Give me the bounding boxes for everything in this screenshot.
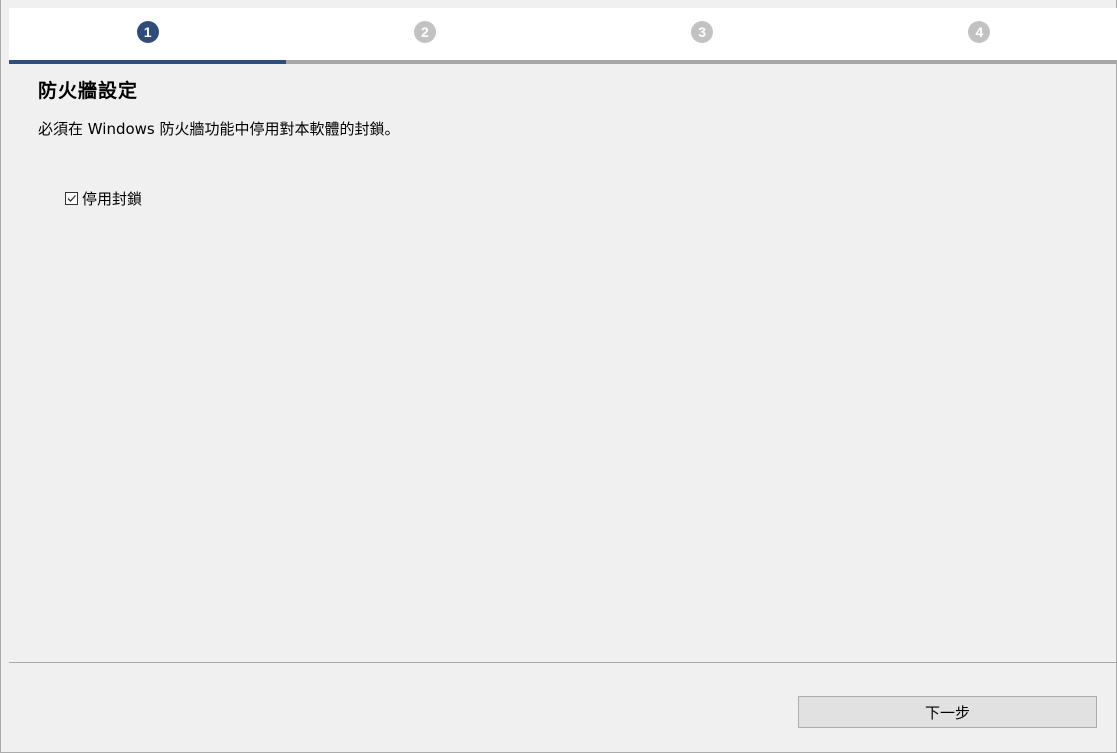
step-3: 3 xyxy=(563,8,841,64)
installer-window: 1 2 3 4 防火牆設定 必須在 Windows 防火牆功能中停用對本軟體的封… xyxy=(0,0,1117,753)
checkbox-checked-icon[interactable] xyxy=(65,192,78,205)
page-title: 防火牆設定 xyxy=(38,80,139,102)
step-2: 2 xyxy=(286,8,564,64)
checkbox-label: 停用封鎖 xyxy=(82,190,143,208)
page-description: 必須在 Windows 防火牆功能中停用對本軟體的封鎖。 xyxy=(38,120,400,138)
step-1: 1 xyxy=(9,8,287,64)
step-3-bar xyxy=(563,60,841,64)
step-progress-header: 1 2 3 4 xyxy=(9,8,1117,64)
step-2-indicator: 2 xyxy=(413,21,436,43)
step-3-indicator: 3 xyxy=(691,21,714,43)
step-4-indicator: 4 xyxy=(968,21,991,43)
step-1-bar xyxy=(9,60,287,64)
step-4: 4 xyxy=(840,8,1117,64)
next-button[interactable]: 下一步 xyxy=(798,696,1097,728)
step-1-indicator: 1 xyxy=(136,21,159,43)
step-4-bar xyxy=(840,60,1117,64)
footer-divider xyxy=(9,662,1117,663)
step-2-bar xyxy=(286,60,564,64)
disable-block-checkbox[interactable]: 停用封鎖 xyxy=(65,188,142,209)
